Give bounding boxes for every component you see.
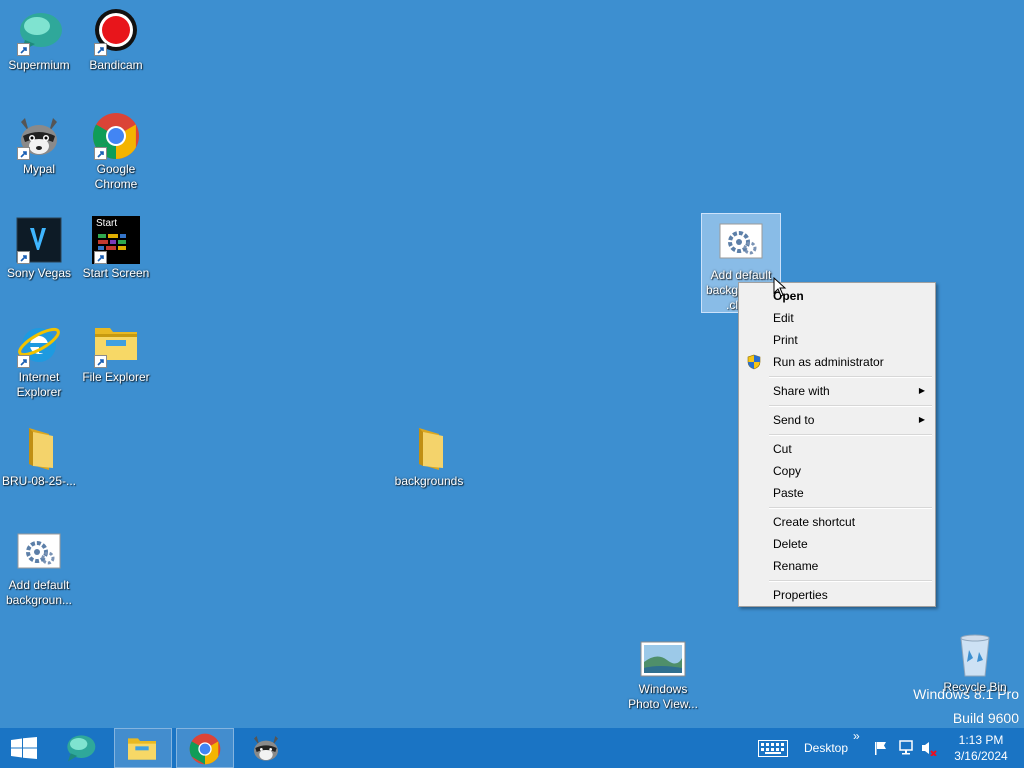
menu-item-rename[interactable]: Rename (741, 555, 933, 577)
desktop-toolbar-label[interactable]: Desktop (804, 741, 848, 755)
submenu-arrow-icon: ▶ (918, 415, 925, 424)
menu-item-label: Properties (773, 588, 828, 602)
desktop-icon-recycle-bin[interactable]: Recycle Bin (936, 630, 1014, 695)
submenu-arrow-icon: ▶ (918, 386, 925, 395)
volume-muted-icon[interactable] (921, 740, 939, 761)
menu-item-label: Copy (773, 464, 802, 478)
menu-item-edit[interactable]: Edit (741, 307, 933, 329)
taskbar-google-chrome[interactable] (176, 728, 234, 768)
chrome-icon (189, 733, 221, 770)
menu-separator (769, 434, 932, 436)
clock[interactable]: 1:13 PM 3/16/2024 (944, 732, 1018, 764)
desktop-icon-label: Start Screen (82, 266, 150, 280)
menu-item-delete[interactable]: Delete (741, 533, 933, 555)
action-center-flag-icon[interactable] (874, 741, 888, 761)
desktop-icon-label: Add default backgroun... (5, 578, 73, 607)
touch-keyboard-icon[interactable] (758, 740, 788, 762)
taskbar-supermium[interactable] (52, 728, 110, 768)
taskbar-file-explorer[interactable] (114, 728, 172, 768)
context-menu: Open Edit Print Run as administrator Sha… (738, 282, 936, 607)
photo-viewer-icon (639, 640, 687, 680)
menu-item-label: Send to (773, 413, 815, 427)
bandicam-icon (92, 8, 140, 56)
menu-item-label: Paste (773, 486, 804, 500)
desktop-icon-label: Google Chrome (94, 162, 138, 191)
desktop-icon-label: BRU-08-25-... (1, 474, 77, 488)
desktop-icon-supermium[interactable]: Supermium (0, 8, 78, 73)
menu-item-label: Cut (773, 442, 792, 456)
desktop-icon-label: Internet Explorer (16, 370, 62, 399)
menu-item-send-to[interactable]: Send to ▶ (741, 409, 933, 431)
file-explorer-icon (126, 733, 158, 770)
taskbar: Desktop » 1:13 PM 3/16/2024 (0, 728, 1024, 768)
menu-item-label: Rename (773, 559, 819, 573)
menu-separator (769, 507, 932, 509)
raccoon-icon (15, 112, 63, 160)
menu-item-copy[interactable]: Copy (741, 460, 933, 482)
sony-vegas-icon (15, 216, 63, 264)
internet-explorer-icon (15, 320, 63, 368)
chrome-icon (92, 112, 140, 160)
menu-separator (769, 376, 932, 378)
desktop-icon-mypal[interactable]: Mypal (0, 112, 78, 177)
desktop-icon-windows-photo-viewer[interactable]: Windows Photo View... (624, 640, 702, 712)
desktop-icon-label: Mypal (22, 162, 55, 176)
supermium-icon (64, 732, 96, 769)
menu-item-label: Create shortcut (773, 515, 856, 529)
menu-separator (769, 580, 932, 582)
script-gear-icon (717, 218, 765, 266)
menu-separator (769, 405, 932, 407)
script-gear-icon (15, 528, 63, 576)
desktop-icon-add-default-background[interactable]: Add default backgroun... (0, 528, 78, 608)
clock-date: 3/16/2024 (954, 749, 1008, 763)
menu-item-paste[interactable]: Paste (741, 482, 933, 504)
desktop-icon-sony-vegas[interactable]: Sony Vegas (0, 216, 78, 281)
desktop-icon-label: Recycle Bin (943, 680, 1007, 694)
menu-item-run-as-administrator[interactable]: Run as administrator (741, 351, 933, 373)
windows-logo-icon (11, 737, 37, 764)
desktop-icon-label: Bandicam (89, 58, 143, 72)
menu-item-properties[interactable]: Properties (741, 584, 933, 606)
desktop-icon-file-explorer[interactable]: File Explorer (77, 320, 155, 385)
folder-icon (405, 424, 453, 472)
desktop-icon-bandicam[interactable]: Bandicam (77, 8, 155, 73)
desktop-icon-label: Supermium (8, 58, 70, 72)
menu-item-label: Run as administrator (773, 355, 884, 369)
raccoon-icon (250, 732, 282, 769)
file-explorer-icon (92, 320, 140, 368)
desktop-icon-label: Sony Vegas (6, 266, 72, 280)
supermium-icon (15, 8, 63, 56)
network-icon[interactable] (898, 740, 914, 761)
taskbar-mypal[interactable] (238, 728, 296, 768)
uac-shield-icon (746, 354, 762, 377)
start-screen-icon: Start (92, 216, 140, 264)
folder-icon (15, 424, 63, 472)
menu-item-create-shortcut[interactable]: Create shortcut (741, 511, 933, 533)
recycle-bin-icon (951, 630, 999, 678)
desktop-icon-label: File Explorer (82, 370, 150, 384)
start-button[interactable] (0, 728, 48, 768)
desktop-icon-start-screen[interactable]: Start Start Screen (77, 216, 155, 281)
desktop-icon-label: backgrounds (394, 474, 464, 488)
desktop-icon-google-chrome[interactable]: Google Chrome (77, 112, 155, 192)
menu-item-cut[interactable]: Cut (741, 438, 933, 460)
desktop-icon-backgrounds-folder[interactable]: backgrounds (390, 424, 468, 489)
desktop-icon-label: Windows Photo View... (628, 682, 698, 711)
menu-item-label: Share with (773, 384, 830, 398)
desktop[interactable]: Supermium Bandicam Mypal Google Chrome S… (0, 0, 1024, 728)
menu-item-share-with[interactable]: Share with ▶ (741, 380, 933, 402)
clock-time: 1:13 PM (958, 733, 1004, 747)
menu-item-print[interactable]: Print (741, 329, 933, 351)
desktop-icon-bru-folder[interactable]: BRU-08-25-... (0, 424, 78, 489)
menu-item-label: Edit (773, 311, 794, 325)
menu-item-label: Delete (773, 537, 808, 551)
menu-item-label: Print (773, 333, 798, 347)
desktop-icon-label: Add default (710, 268, 772, 282)
mouse-cursor-icon (773, 276, 787, 302)
watermark-build: Build 9600 (952, 710, 1019, 726)
toolbar-chevron-icon[interactable]: » (853, 729, 860, 743)
menu-item-open[interactable]: Open (741, 285, 933, 307)
desktop-icon-internet-explorer[interactable]: Internet Explorer (0, 320, 78, 400)
